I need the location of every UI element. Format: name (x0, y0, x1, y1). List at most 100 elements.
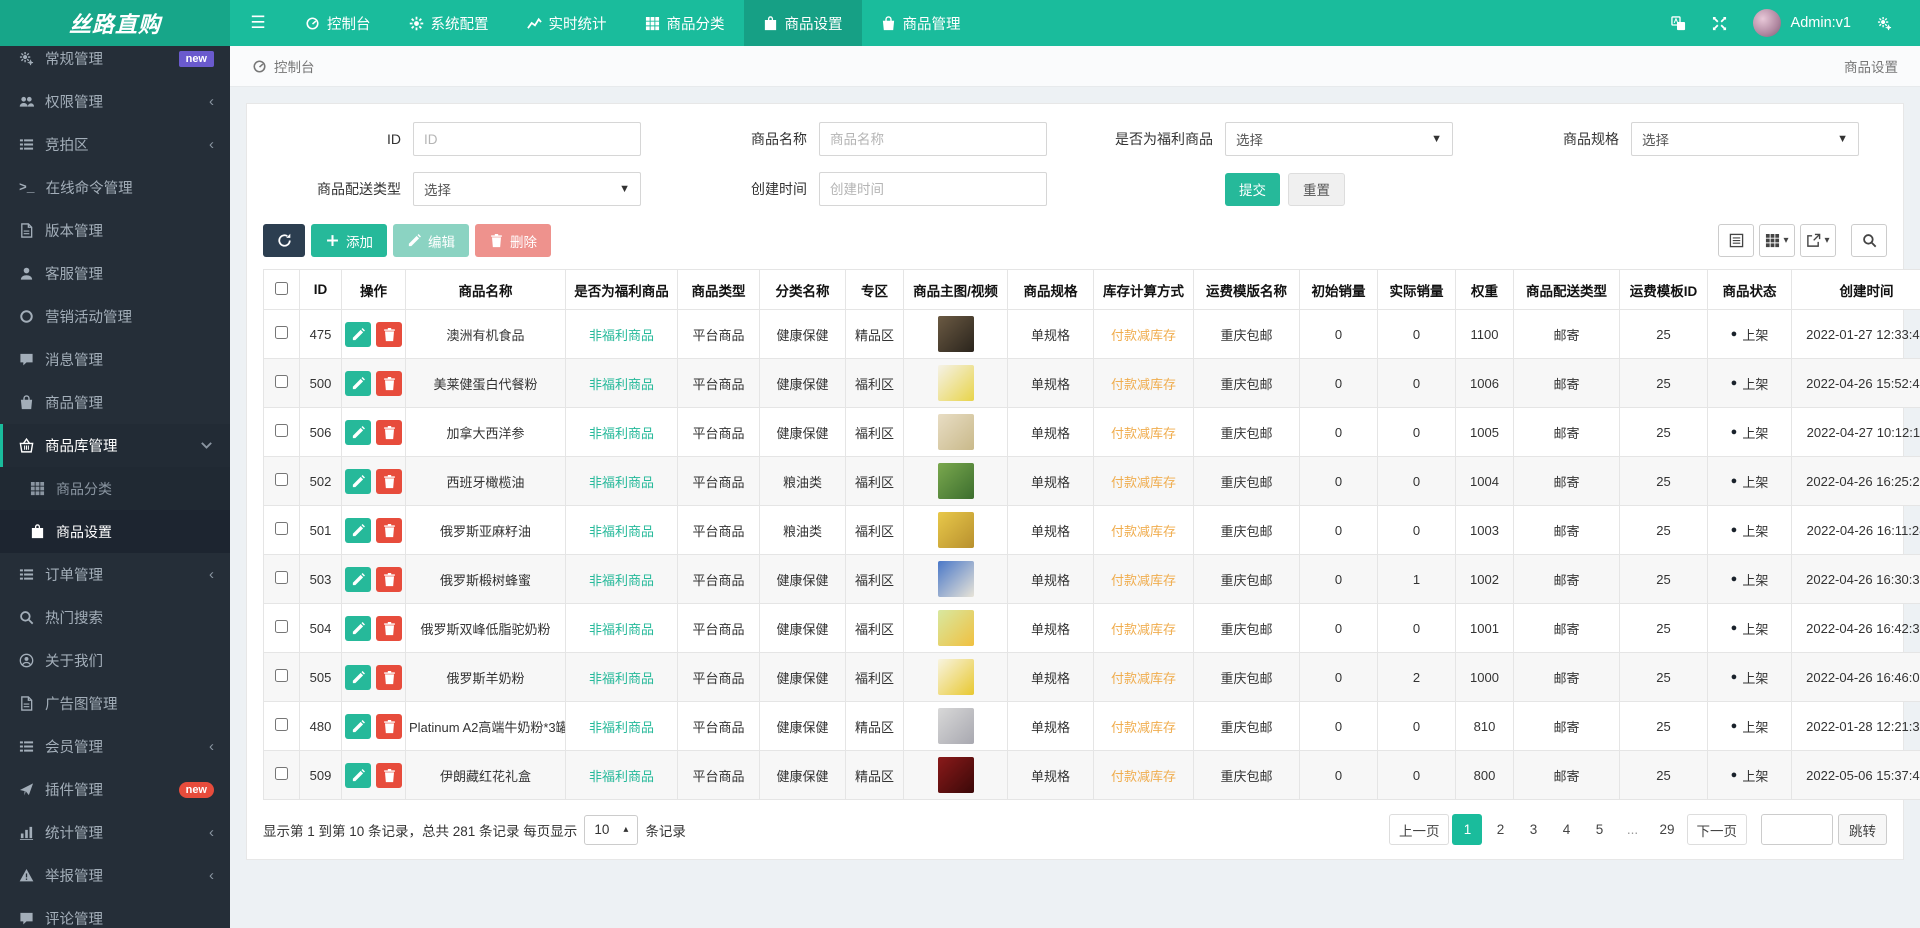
row-checkbox[interactable] (275, 522, 288, 535)
sidebar-item[interactable]: 商品库管理 (0, 424, 230, 467)
row-delete-button[interactable] (376, 517, 402, 543)
column-header[interactable]: 商品状态 (1707, 269, 1792, 310)
product-thumbnail[interactable] (937, 561, 974, 597)
top-menu-item[interactable]: 商品管理 (862, 0, 980, 46)
reset-button[interactable]: 重置 (1288, 172, 1345, 206)
row-delete-button[interactable] (376, 370, 402, 396)
top-menu-item[interactable]: 商品分类 (626, 0, 744, 46)
top-menu-item[interactable]: 商品设置 (743, 0, 862, 46)
submit-button[interactable]: 提交 (1225, 172, 1280, 206)
sidebar-item[interactable]: 会员管理 ‹ (0, 725, 230, 768)
row-delete-button[interactable] (376, 566, 402, 592)
row-edit-button[interactable] (345, 762, 371, 788)
column-header[interactable]: 权重 (1455, 269, 1514, 310)
column-header[interactable]: ID (299, 269, 342, 310)
row-delete-button[interactable] (376, 762, 402, 788)
row-checkbox[interactable] (275, 669, 288, 682)
row-delete-button[interactable] (376, 321, 402, 347)
sidebar-item[interactable]: 举报管理 ‹ (0, 854, 230, 897)
row-checkbox[interactable] (275, 620, 288, 633)
sidebar-subitem[interactable]: 商品分类 (0, 467, 230, 510)
breadcrumb-home[interactable]: 控制台 (252, 56, 315, 76)
column-header[interactable]: 运费模板ID (1619, 269, 1708, 310)
row-edit-button[interactable] (345, 713, 371, 739)
row-edit-button[interactable] (345, 517, 371, 543)
user-name[interactable]: Admin:v1 (1791, 15, 1851, 31)
column-header[interactable]: 分类名称 (759, 269, 846, 310)
page-number-button[interactable]: 3 (1518, 814, 1548, 845)
top-menu-item[interactable]: 控制台 (286, 0, 390, 46)
row-checkbox[interactable] (275, 424, 288, 437)
column-header[interactable]: 运费模版名称 (1193, 269, 1300, 310)
product-thumbnail[interactable] (937, 316, 974, 352)
filter-select[interactable]: 选择 ▼ (413, 172, 641, 206)
sidebar-item[interactable]: 统计管理 ‹ (0, 811, 230, 854)
jump-button[interactable]: 跳转 (1838, 814, 1887, 845)
row-checkbox[interactable] (275, 326, 288, 339)
sidebar-item[interactable]: 插件管理 new (0, 768, 230, 811)
prev-page-button[interactable]: 上一页 (1388, 814, 1450, 845)
page-number-button[interactable]: 29 (1650, 814, 1683, 845)
sidebar-item[interactable]: 关于我们 (0, 639, 230, 682)
sidebar-item[interactable]: 权限管理 ‹ (0, 80, 230, 123)
row-edit-button[interactable] (345, 566, 371, 592)
sidebar-item[interactable]: 评论管理 (0, 897, 230, 928)
row-checkbox[interactable] (275, 718, 288, 731)
jump-page-input[interactable] (1761, 814, 1833, 845)
column-header[interactable]: 商品规格 (1007, 269, 1094, 310)
export-button[interactable]: ▾ (1800, 224, 1836, 257)
row-edit-button[interactable] (345, 664, 371, 690)
sidebar-item[interactable]: 竞拍区 ‹ (0, 123, 230, 166)
sidebar-item[interactable]: 常规管理 new (0, 46, 230, 80)
column-header[interactable]: 商品类型 (677, 269, 760, 310)
translate-icon[interactable] (1670, 15, 1686, 31)
row-edit-button[interactable] (345, 419, 371, 445)
avatar[interactable] (1752, 9, 1781, 37)
column-header[interactable]: 创建时间 (1791, 269, 1920, 310)
row-edit-button[interactable] (345, 370, 371, 396)
column-header[interactable]: 实际销量 (1377, 269, 1456, 310)
filter-input[interactable] (819, 172, 1047, 206)
sidebar-item[interactable]: 热门搜索 (0, 596, 230, 639)
sidebar-item[interactable]: >_ 在线命令管理 (0, 166, 230, 209)
settings-cogs-icon[interactable] (1877, 16, 1892, 31)
filter-select[interactable]: 选择 ▼ (1631, 122, 1859, 156)
filter-input[interactable] (413, 122, 641, 156)
add-button[interactable]: 添加 (311, 224, 387, 257)
product-thumbnail[interactable] (937, 365, 974, 401)
product-thumbnail[interactable] (937, 463, 974, 499)
select-all-checkbox[interactable] (275, 281, 288, 295)
row-edit-button[interactable] (345, 321, 371, 347)
page-number-button[interactable]: 2 (1485, 814, 1515, 845)
column-header[interactable]: 是否为福利商品 (565, 269, 678, 310)
column-header[interactable]: 专区 (845, 269, 904, 310)
columns-button[interactable]: ▾ (1759, 224, 1795, 257)
column-header[interactable]: 操作 (341, 269, 406, 310)
sidebar-item[interactable]: 消息管理 (0, 338, 230, 381)
filter-select[interactable]: 选择 ▼ (1225, 122, 1453, 156)
sidebar-item[interactable]: 商品管理 (0, 381, 230, 424)
sidebar-item[interactable]: 营销活动管理 (0, 295, 230, 338)
next-page-button[interactable]: 下一页 (1686, 814, 1747, 845)
page-number-button[interactable]: 5 (1584, 814, 1614, 845)
table-search-button[interactable] (1851, 224, 1887, 257)
top-menu-item[interactable]: 实时统计 (508, 0, 626, 46)
column-header[interactable]: 商品配送类型 (1513, 269, 1620, 310)
edit-button[interactable]: 编辑 (393, 224, 469, 257)
refresh-button[interactable] (263, 224, 305, 257)
row-checkbox[interactable] (275, 767, 288, 780)
sidebar-item[interactable]: 订单管理 ‹ (0, 553, 230, 596)
product-thumbnail[interactable] (937, 610, 974, 646)
delete-button[interactable]: 删除 (475, 224, 551, 257)
sidebar-subitem[interactable]: 商品设置 (0, 510, 230, 553)
page-number-button[interactable]: 4 (1551, 814, 1581, 845)
sidebar-item[interactable]: 客服管理 (0, 252, 230, 295)
fullscreen-icon[interactable] (1712, 16, 1727, 31)
row-checkbox[interactable] (275, 473, 288, 486)
row-delete-button[interactable] (376, 664, 402, 690)
column-header[interactable]: 商品名称 (405, 269, 566, 310)
product-thumbnail[interactable] (937, 414, 974, 450)
column-header[interactable]: 商品主图/视频 (903, 269, 1008, 310)
row-delete-button[interactable] (376, 713, 402, 739)
product-thumbnail[interactable] (937, 659, 974, 695)
